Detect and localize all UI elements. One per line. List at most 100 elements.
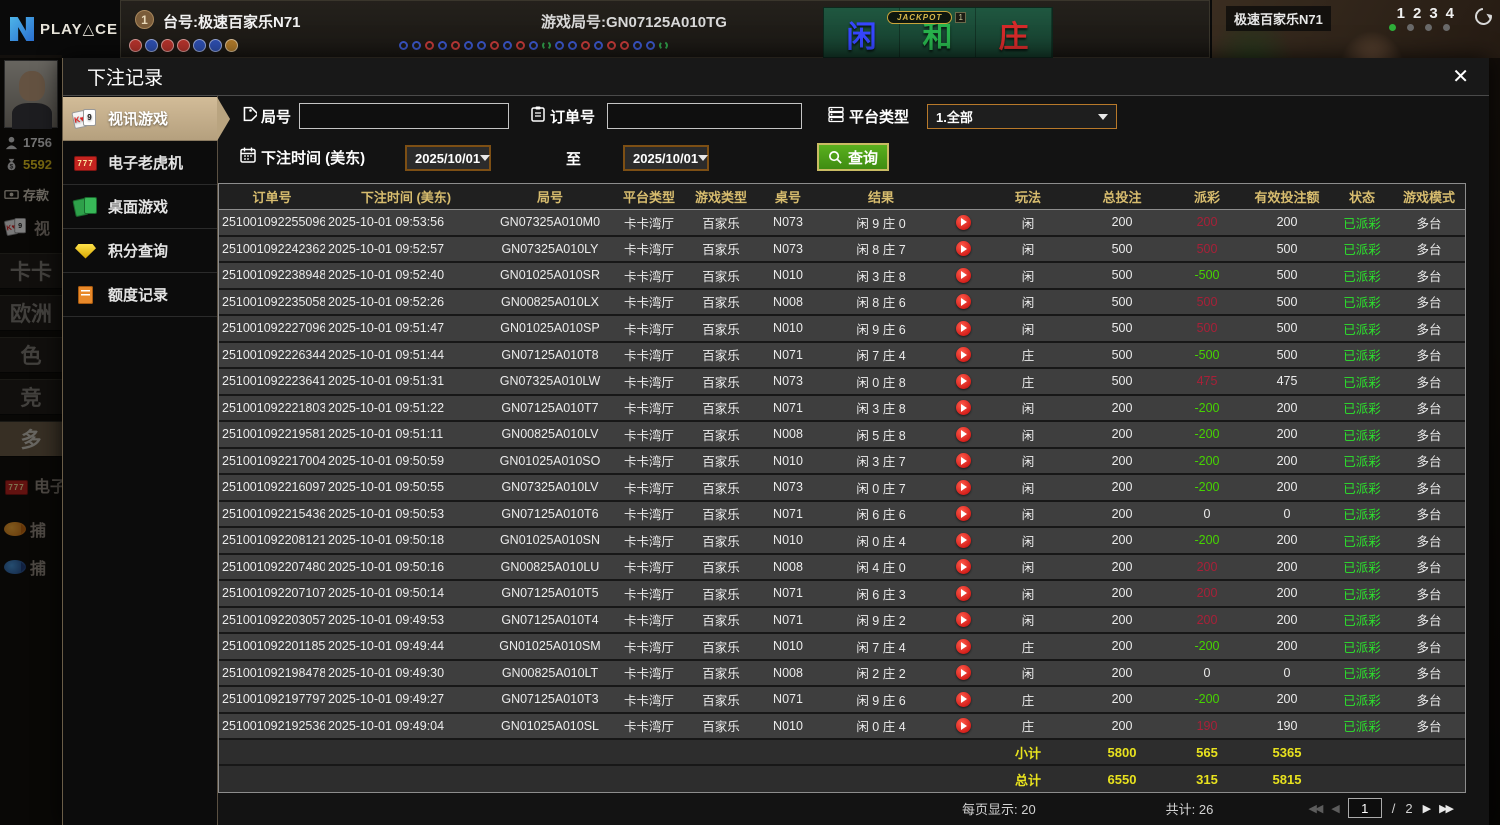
replay-icon[interactable]	[956, 665, 971, 680]
cell-time: 2025-10-01 09:51:47	[325, 316, 487, 341]
cell-valid-bet: 500	[1243, 343, 1331, 368]
date-from-select[interactable]: 2025/10/01	[405, 145, 491, 171]
col-header-time: 下注时间 (美东)	[325, 184, 487, 209]
camera-number[interactable]: 2	[1413, 5, 1421, 22]
table-row[interactable]: 251001092227096 2025-10-01 09:51:47 GN01…	[219, 316, 1465, 343]
replay-icon[interactable]	[956, 559, 971, 574]
bet-records-table: 订单号 下注时间 (美东) 局号 平台类型 游戏类型 桌号 结果 玩法 总投注 …	[218, 183, 1466, 793]
last-page-icon[interactable]: ▶▶	[1439, 802, 1452, 815]
replay-icon[interactable]	[956, 215, 971, 230]
bet-zone-banker[interactable]: 庄	[976, 8, 1052, 57]
first-page-icon[interactable]: ◀◀	[1308, 802, 1321, 815]
cell-game-type: 百家乐	[685, 396, 757, 421]
sidebar-item-slots[interactable]: 777 电子老虎机	[63, 141, 217, 185]
table-row[interactable]: 251001092215436 2025-10-01 09:50:53 GN07…	[219, 502, 1465, 529]
platform-select[interactable]: 1.全部	[927, 104, 1117, 129]
table-row[interactable]: 251001092235058 2025-10-01 09:52:26 GN00…	[219, 290, 1465, 317]
table-row[interactable]: 251001092192536 2025-10-01 09:49:04 GN01…	[219, 714, 1465, 741]
cell-status: 已派彩	[1331, 475, 1393, 500]
replay-icon[interactable]	[956, 453, 971, 468]
chip-icon	[145, 39, 158, 52]
replay-icon[interactable]	[956, 586, 971, 601]
sidebar-item-points[interactable]: 积分查询	[63, 229, 217, 273]
round-input[interactable]	[299, 103, 509, 129]
table-row[interactable]: 251001092226344 2025-10-01 09:51:44 GN07…	[219, 343, 1465, 370]
replay-icon[interactable]	[956, 294, 971, 309]
table-row[interactable]: 251001092238948 2025-10-01 09:52:40 GN01…	[219, 263, 1465, 290]
replay-icon[interactable]	[956, 718, 971, 733]
order-input[interactable]	[607, 103, 802, 129]
cell-platform: 卡卡湾厅	[613, 555, 685, 580]
table-body: 251001092255096 2025-10-01 09:53:56 GN07…	[219, 210, 1465, 740]
camera-number[interactable]: 1	[1397, 5, 1405, 22]
table-row[interactable]: 251001092223641 2025-10-01 09:51:31 GN07…	[219, 369, 1465, 396]
table-row[interactable]: 251001092208121 2025-10-01 09:50:18 GN01…	[219, 528, 1465, 555]
cell-order: 251001092226344	[219, 343, 325, 368]
table-row[interactable]: 251001092255096 2025-10-01 09:53:56 GN07…	[219, 210, 1465, 237]
camera-dot-icon	[1425, 24, 1432, 31]
table-row[interactable]: 251001092207107 2025-10-01 09:50:14 GN07…	[219, 581, 1465, 608]
cell-play: 庄	[983, 634, 1073, 659]
cell-game-type: 百家乐	[685, 634, 757, 659]
cell-order: 251001092235058	[219, 290, 325, 315]
cell-result: 闲 8 庄 7	[819, 237, 943, 262]
bead-icon	[657, 39, 670, 52]
table-row[interactable]: 251001092198478 2025-10-01 09:49:30 GN00…	[219, 661, 1465, 688]
replay-icon[interactable]	[956, 427, 971, 442]
camera-number[interactable]: 3	[1429, 5, 1437, 22]
replay-icon[interactable]	[956, 400, 971, 415]
cell-bet: 200	[1073, 581, 1171, 606]
cell-result: 闲 4 庄 0	[819, 555, 943, 580]
replay-icon[interactable]	[956, 533, 971, 548]
replay-icon[interactable]	[956, 347, 971, 362]
cell-game-type: 百家乐	[685, 528, 757, 553]
table-row[interactable]: 251001092242362 2025-10-01 09:52:57 GN07…	[219, 237, 1465, 264]
table-row[interactable]: 251001092221803 2025-10-01 09:51:22 GN07…	[219, 396, 1465, 423]
page-input[interactable]	[1348, 798, 1382, 818]
cell-round: GN07325A010LV	[487, 475, 613, 500]
table-row[interactable]: 251001092197797 2025-10-01 09:49:27 GN07…	[219, 687, 1465, 714]
refresh-icon[interactable]	[1472, 5, 1496, 29]
table-row[interactable]: 251001092207480 2025-10-01 09:50:16 GN00…	[219, 555, 1465, 582]
replay-icon[interactable]	[956, 612, 971, 627]
chip-icon	[129, 39, 142, 52]
date-to-select[interactable]: 2025/10/01	[623, 145, 709, 171]
camera-selector[interactable]: 1234	[1397, 5, 1454, 22]
cell-bet: 200	[1073, 475, 1171, 500]
bead-icon	[425, 41, 434, 50]
search-button[interactable]: 查询	[817, 143, 889, 171]
cell-status: 已派彩	[1331, 422, 1393, 447]
replay-icon[interactable]	[956, 639, 971, 654]
cell-mode: 多台	[1393, 263, 1465, 288]
page-separator: /	[1392, 801, 1396, 816]
cell-play: 闲	[983, 237, 1073, 262]
cell-table: N071	[757, 343, 819, 368]
replay-icon[interactable]	[956, 321, 971, 336]
table-row[interactable]: 251001092216097 2025-10-01 09:50:55 GN07…	[219, 475, 1465, 502]
sidebar-item-credit-records[interactable]: 额度记录	[63, 273, 217, 317]
camera-number[interactable]: 4	[1446, 5, 1454, 22]
cell-replay	[943, 369, 983, 394]
cell-payout: 200	[1171, 608, 1243, 633]
cell-play: 庄	[983, 369, 1073, 394]
prev-page-icon[interactable]: ◀	[1331, 802, 1337, 815]
replay-icon[interactable]	[956, 692, 971, 707]
replay-icon[interactable]	[956, 480, 971, 495]
sidebar-item-table-games[interactable]: 桌面游戏	[63, 185, 217, 229]
sidebar-item-live-games[interactable]: K♥9 视讯游戏	[63, 97, 217, 141]
table-row[interactable]: 251001092219581 2025-10-01 09:51:11 GN00…	[219, 422, 1465, 449]
next-page-icon[interactable]: ▶	[1423, 802, 1429, 815]
close-icon[interactable]: ✕	[1452, 67, 1469, 87]
cell-round: GN01025A010SL	[487, 714, 613, 739]
table-row[interactable]: 251001092201185 2025-10-01 09:49:44 GN01…	[219, 634, 1465, 661]
replay-icon[interactable]	[956, 241, 971, 256]
replay-icon[interactable]	[956, 268, 971, 283]
table-row[interactable]: 251001092203057 2025-10-01 09:49:53 GN07…	[219, 608, 1465, 635]
cell-replay	[943, 661, 983, 686]
replay-icon[interactable]	[956, 374, 971, 389]
cell-play: 闲	[983, 581, 1073, 606]
col-header-table: 桌号	[757, 184, 819, 209]
col-header-valid-bet: 有效投注额	[1243, 184, 1331, 209]
replay-icon[interactable]	[956, 506, 971, 521]
table-row[interactable]: 251001092217004 2025-10-01 09:50:59 GN01…	[219, 449, 1465, 476]
